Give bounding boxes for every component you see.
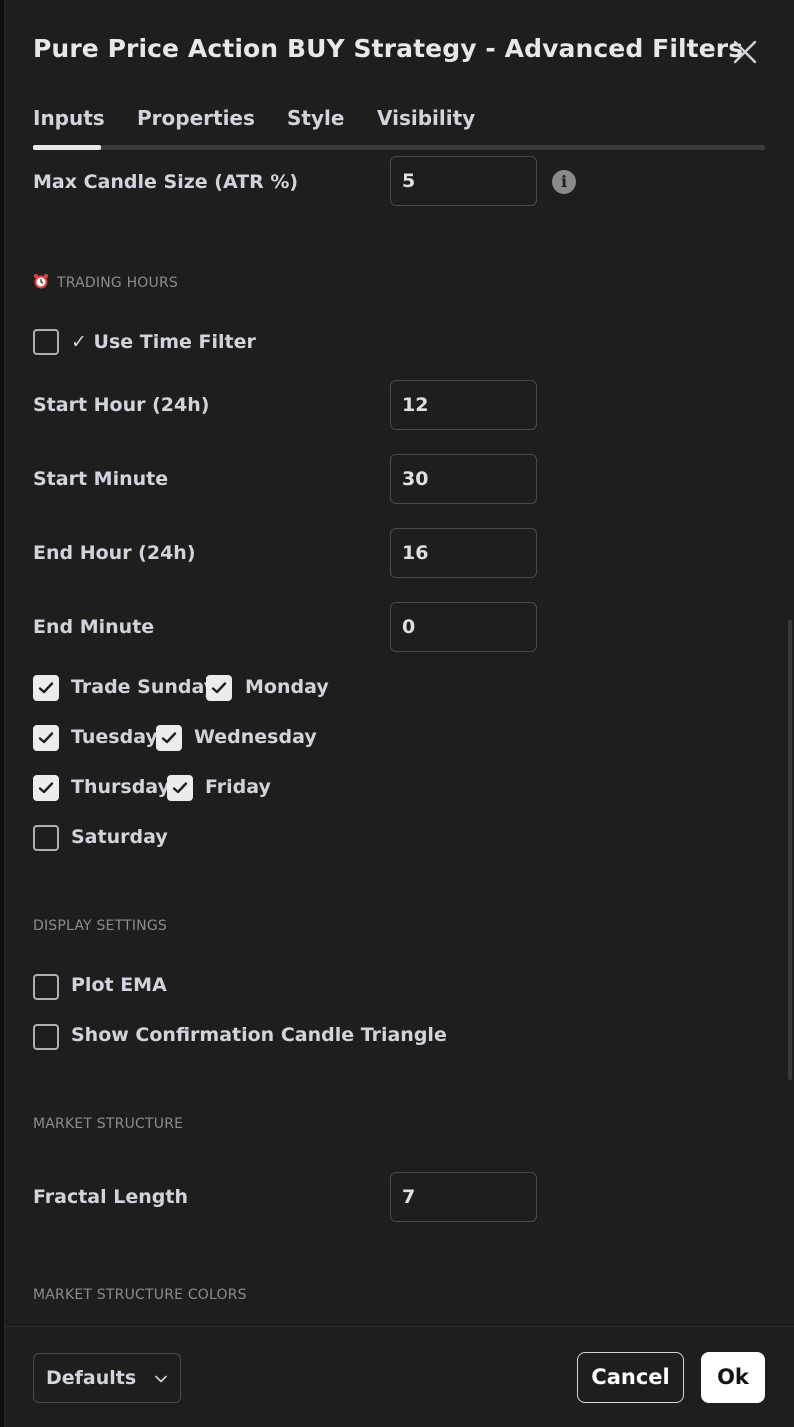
friday-label: Friday bbox=[205, 776, 271, 798]
use-time-filter-checkbox[interactable] bbox=[33, 329, 59, 355]
start-hour-label: Start Hour (24h) bbox=[33, 394, 210, 416]
scrollbar[interactable] bbox=[788, 620, 792, 1080]
trade-sunday-checkbox[interactable] bbox=[33, 675, 59, 701]
tuesday-label: Tuesday bbox=[71, 726, 158, 748]
start-minute-input[interactable]: 30 bbox=[390, 454, 537, 504]
checkmark-icon bbox=[38, 682, 54, 694]
monday-label: Monday bbox=[245, 676, 329, 698]
checkmark-icon bbox=[211, 682, 227, 694]
section-market-structure-colors: MARKET STRUCTURE COLORS bbox=[33, 1287, 247, 1303]
plot-ema-label: Plot EMA bbox=[71, 974, 167, 996]
checkmark-icon bbox=[172, 782, 188, 794]
saturday-checkbox[interactable] bbox=[33, 825, 59, 851]
start-hour-input[interactable]: 12 bbox=[390, 380, 537, 430]
thursday-label: Thursday bbox=[71, 776, 170, 798]
section-trading-hours-label: TRADING HOURS bbox=[57, 275, 178, 291]
settings-dialog: Pure Price Action BUY Strategy - Advance… bbox=[4, 0, 794, 1427]
saturday-label: Saturday bbox=[71, 826, 168, 848]
cancel-button[interactable]: Cancel bbox=[577, 1352, 684, 1403]
wednesday-checkbox[interactable] bbox=[156, 725, 182, 751]
friday-checkbox[interactable] bbox=[167, 775, 193, 801]
ok-button[interactable]: Ok bbox=[701, 1352, 765, 1403]
checkmark-icon bbox=[38, 782, 54, 794]
defaults-label: Defaults bbox=[46, 1367, 137, 1389]
wednesday-label: Wednesday bbox=[194, 726, 317, 748]
end-hour-label: End Hour (24h) bbox=[33, 542, 196, 564]
section-display-settings: DISPLAY SETTINGS bbox=[33, 918, 167, 934]
plot-ema-checkbox[interactable] bbox=[33, 974, 59, 1000]
inputs-panel: Max Candle Size (ATR %) 5 i TRADING HOUR… bbox=[5, 150, 791, 1325]
tab-properties[interactable]: Properties bbox=[137, 106, 255, 130]
chevron-down-icon bbox=[155, 1375, 167, 1383]
show-triangle-label: Show Confirmation Candle Triangle bbox=[71, 1024, 447, 1046]
tuesday-checkbox[interactable] bbox=[33, 725, 59, 751]
thursday-checkbox[interactable] bbox=[33, 775, 59, 801]
end-minute-input[interactable]: 0 bbox=[390, 602, 537, 652]
section-trading-hours: TRADING HOURS bbox=[33, 273, 178, 291]
trade-sunday-label: Trade Sunday bbox=[71, 676, 217, 698]
fractal-length-input[interactable]: 7 bbox=[390, 1172, 537, 1222]
defaults-dropdown[interactable]: Defaults bbox=[33, 1353, 181, 1403]
end-minute-label: End Minute bbox=[33, 616, 155, 638]
checkmark-icon bbox=[38, 732, 54, 744]
tab-inputs[interactable]: Inputs bbox=[33, 106, 105, 130]
use-time-filter-label: ✓ Use Time Filter bbox=[71, 331, 256, 353]
section-market-structure: MARKET STRUCTURE bbox=[33, 1116, 184, 1132]
start-minute-label: Start Minute bbox=[33, 468, 169, 490]
monday-checkbox[interactable] bbox=[206, 675, 232, 701]
dialog-title: Pure Price Action BUY Strategy - Advance… bbox=[33, 34, 744, 63]
max-candle-size-input[interactable]: 5 bbox=[390, 156, 537, 206]
max-candle-size-label: Max Candle Size (ATR %) bbox=[33, 171, 299, 193]
checkmark-icon bbox=[161, 732, 177, 744]
tab-style[interactable]: Style bbox=[287, 106, 344, 130]
fractal-length-label: Fractal Length bbox=[33, 1186, 188, 1208]
end-hour-input[interactable]: 16 bbox=[390, 528, 537, 578]
info-icon[interactable]: i bbox=[552, 170, 576, 194]
close-icon[interactable] bbox=[729, 36, 761, 68]
dialog-footer: Defaults Cancel Ok bbox=[5, 1326, 794, 1427]
alarm-clock-icon bbox=[34, 274, 48, 289]
show-triangle-checkbox[interactable] bbox=[33, 1024, 59, 1050]
tab-visibility[interactable]: Visibility bbox=[377, 106, 475, 130]
